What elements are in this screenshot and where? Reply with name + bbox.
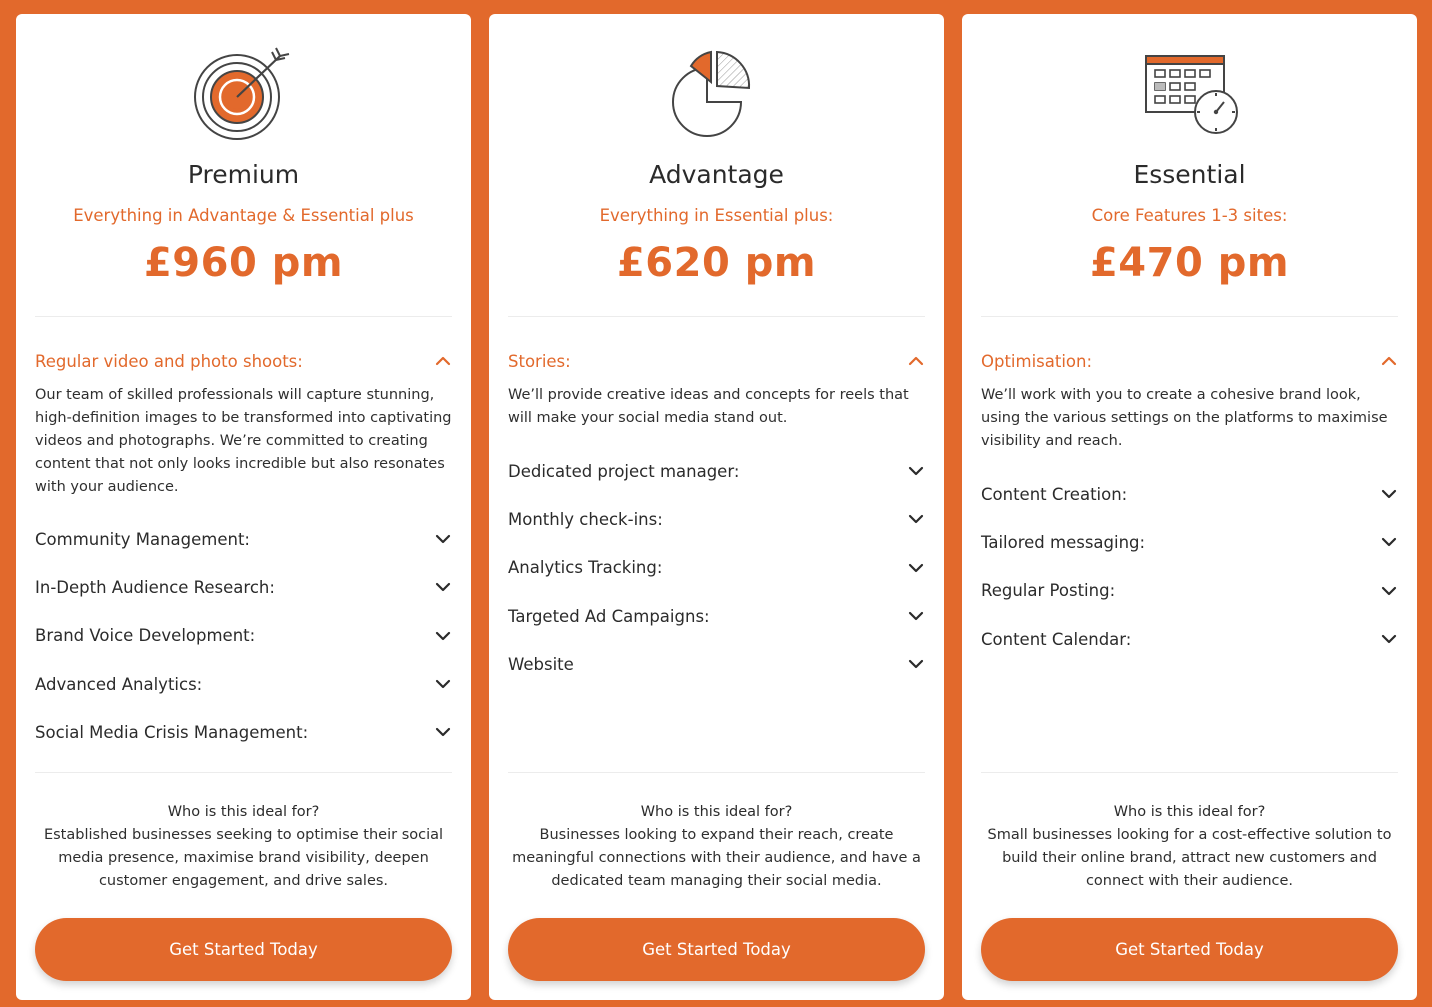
chevron-up-icon[interactable] — [1380, 352, 1398, 370]
divider — [981, 316, 1398, 317]
chevron-down-icon[interactable] — [434, 530, 452, 548]
get-started-button[interactable]: Get Started Today — [981, 918, 1398, 981]
chevron-down-icon[interactable] — [434, 723, 452, 741]
accordion-title: Optimisation: — [981, 351, 1093, 371]
accordion-item[interactable]: Dedicated project manager: — [508, 447, 925, 495]
chevron-down-icon[interactable] — [907, 607, 925, 625]
accordion-list: Content Creation: Tailored messaging: Re… — [981, 470, 1398, 663]
accordion-header-open[interactable]: Stories: — [508, 347, 925, 375]
accordion-item[interactable]: Brand Voice Development: — [35, 612, 452, 660]
accordion-item-label: Regular Posting: — [981, 581, 1116, 601]
pricing-page: Premium Everything in Advantage & Essent… — [0, 0, 1432, 1007]
plan-subtitle: Core Features 1-3 sites: — [1091, 206, 1288, 225]
calendar-clock-icon — [962, 42, 1417, 142]
chevron-down-icon[interactable] — [1380, 630, 1398, 648]
accordion-item-label: Advanced Analytics: — [35, 674, 203, 694]
ideal-for-text: Businesses looking to expand their reach… — [512, 827, 921, 889]
accordion-title: Regular video and photo shoots: — [35, 351, 303, 371]
accordion-item[interactable]: In-Depth Audience Research: — [35, 563, 452, 611]
accordion-item-label: In-Depth Audience Research: — [35, 577, 275, 597]
accordion-item[interactable]: Website — [508, 640, 925, 688]
accordion-body: Our team of skilled professionals will c… — [35, 387, 452, 495]
plan-title: Premium — [187, 160, 300, 189]
accordion-item[interactable]: Content Calendar: — [981, 615, 1398, 663]
ideal-for-question: Who is this ideal for? — [640, 804, 793, 820]
ideal-for-text: Small businesses looking for a cost-effe… — [987, 827, 1392, 889]
get-started-button[interactable]: Get Started Today — [35, 918, 452, 981]
accordion-item-label: Brand Voice Development: — [35, 626, 256, 646]
chevron-down-icon[interactable] — [907, 462, 925, 480]
accordion-item[interactable]: Community Management: — [35, 515, 452, 563]
plan-title: Advantage — [649, 160, 784, 189]
plan-title: Essential — [1133, 160, 1246, 189]
divider — [508, 316, 925, 317]
accordion-item[interactable]: Tailored messaging: — [981, 518, 1398, 566]
accordion-item-label: Dedicated project manager: — [508, 461, 740, 481]
chevron-down-icon[interactable] — [1380, 485, 1398, 503]
plan-card-advantage: Advantage Everything in Essential plus: … — [489, 14, 944, 1000]
accordion-item[interactable]: Content Creation: — [981, 470, 1398, 518]
divider — [981, 772, 1398, 773]
accordion-item-label: Content Creation: — [981, 484, 1128, 504]
accordion-header-open[interactable]: Optimisation: — [981, 347, 1398, 375]
accordion-body: We’ll provide creative ideas and concept… — [508, 387, 909, 426]
accordion-title: Stories: — [508, 351, 571, 371]
chevron-down-icon[interactable] — [907, 510, 925, 528]
accordion-item-label: Targeted Ad Campaigns: — [508, 606, 710, 626]
accordion-header-open[interactable]: Regular video and photo shoots: — [35, 347, 452, 375]
accordion-item[interactable]: Analytics Tracking: — [508, 544, 925, 592]
chevron-down-icon[interactable] — [907, 655, 925, 673]
target-icon — [16, 42, 471, 142]
ideal-for-block: Who is this ideal for? Established busin… — [28, 801, 459, 893]
chevron-down-icon[interactable] — [434, 675, 452, 693]
ideal-for-text: Established businesses seeking to optimi… — [43, 827, 444, 889]
accordion-item-label: Analytics Tracking: — [508, 558, 663, 578]
ideal-for-block: Who is this ideal for? Small businesses … — [974, 801, 1405, 893]
accordion-item[interactable]: Regular Posting: — [981, 567, 1398, 615]
ideal-for-block: Who is this ideal for? Businesses lookin… — [501, 801, 932, 893]
chevron-down-icon[interactable] — [434, 627, 452, 645]
chevron-up-icon[interactable] — [434, 352, 452, 370]
chevron-down-icon[interactable] — [1380, 533, 1398, 551]
accordion-body: We’ll work with you to create a cohesive… — [981, 387, 1388, 449]
accordion-item-label: Social Media Crisis Management: — [35, 722, 309, 742]
accordion-item-label: Website — [508, 654, 574, 674]
plan-price: £470 pm — [1089, 240, 1290, 286]
ideal-for-question: Who is this ideal for? — [1113, 804, 1266, 820]
accordion-item[interactable]: Advanced Analytics: — [35, 660, 452, 708]
accordion-item-label: Content Calendar: — [981, 629, 1132, 649]
accordion-item-label: Tailored messaging: — [981, 532, 1146, 552]
accordion-item-label: Monthly check-ins: — [508, 509, 663, 529]
accordion-list: Dedicated project manager: Monthly check… — [508, 447, 925, 688]
accordion-item-label: Community Management: — [35, 529, 250, 549]
chevron-down-icon[interactable] — [434, 578, 452, 596]
plan-subtitle: Everything in Essential plus: — [599, 206, 834, 225]
divider — [35, 772, 452, 773]
accordion-item[interactable]: Social Media Crisis Management: — [35, 708, 452, 756]
chevron-down-icon[interactable] — [907, 559, 925, 577]
get-started-button[interactable]: Get Started Today — [508, 918, 925, 981]
plan-card-premium: Premium Everything in Advantage & Essent… — [16, 14, 471, 1000]
accordion-list: Community Management: In-Depth Audience … — [35, 515, 452, 756]
plan-price: £620 pm — [616, 240, 817, 286]
divider — [35, 316, 452, 317]
pie-chart-icon — [489, 42, 944, 142]
divider — [508, 772, 925, 773]
chevron-up-icon[interactable] — [907, 352, 925, 370]
ideal-for-question: Who is this ideal for? — [167, 804, 320, 820]
plan-price: £960 pm — [143, 240, 344, 286]
accordion-item[interactable]: Targeted Ad Campaigns: — [508, 592, 925, 640]
accordion-item[interactable]: Monthly check-ins: — [508, 495, 925, 543]
chevron-down-icon[interactable] — [1380, 582, 1398, 600]
plan-subtitle: Everything in Advantage & Essential plus — [73, 206, 414, 225]
plan-card-essential: Essential Core Features 1-3 sites: £470 … — [962, 14, 1417, 1000]
